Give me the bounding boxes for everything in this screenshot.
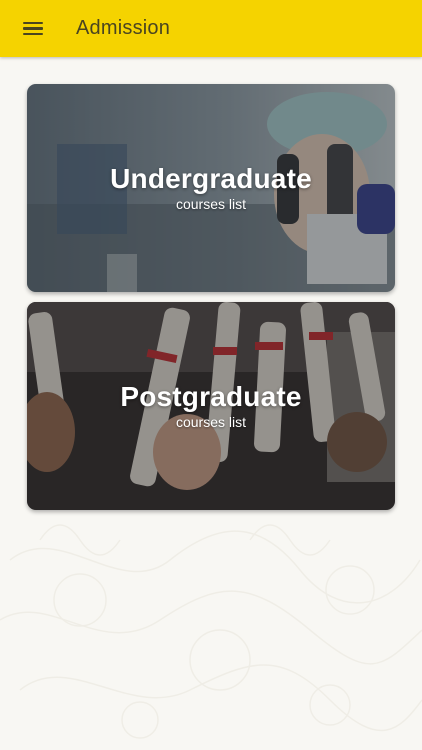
card-title: Undergraduate xyxy=(110,163,312,194)
card-title: Postgraduate xyxy=(120,381,302,412)
postgraduate-card[interactable]: Postgraduate courses list xyxy=(27,302,395,510)
content-area: Undergraduate courses list Postgraduate … xyxy=(0,57,422,750)
page-title: Admission xyxy=(76,17,171,39)
app-bar: Admission xyxy=(0,0,422,57)
hamburger-menu-icon[interactable] xyxy=(23,20,45,38)
card-subtitle: courses list xyxy=(175,196,247,212)
undergraduate-card[interactable]: Undergraduate courses list xyxy=(27,84,395,292)
card-subtitle: courses list xyxy=(175,414,247,430)
